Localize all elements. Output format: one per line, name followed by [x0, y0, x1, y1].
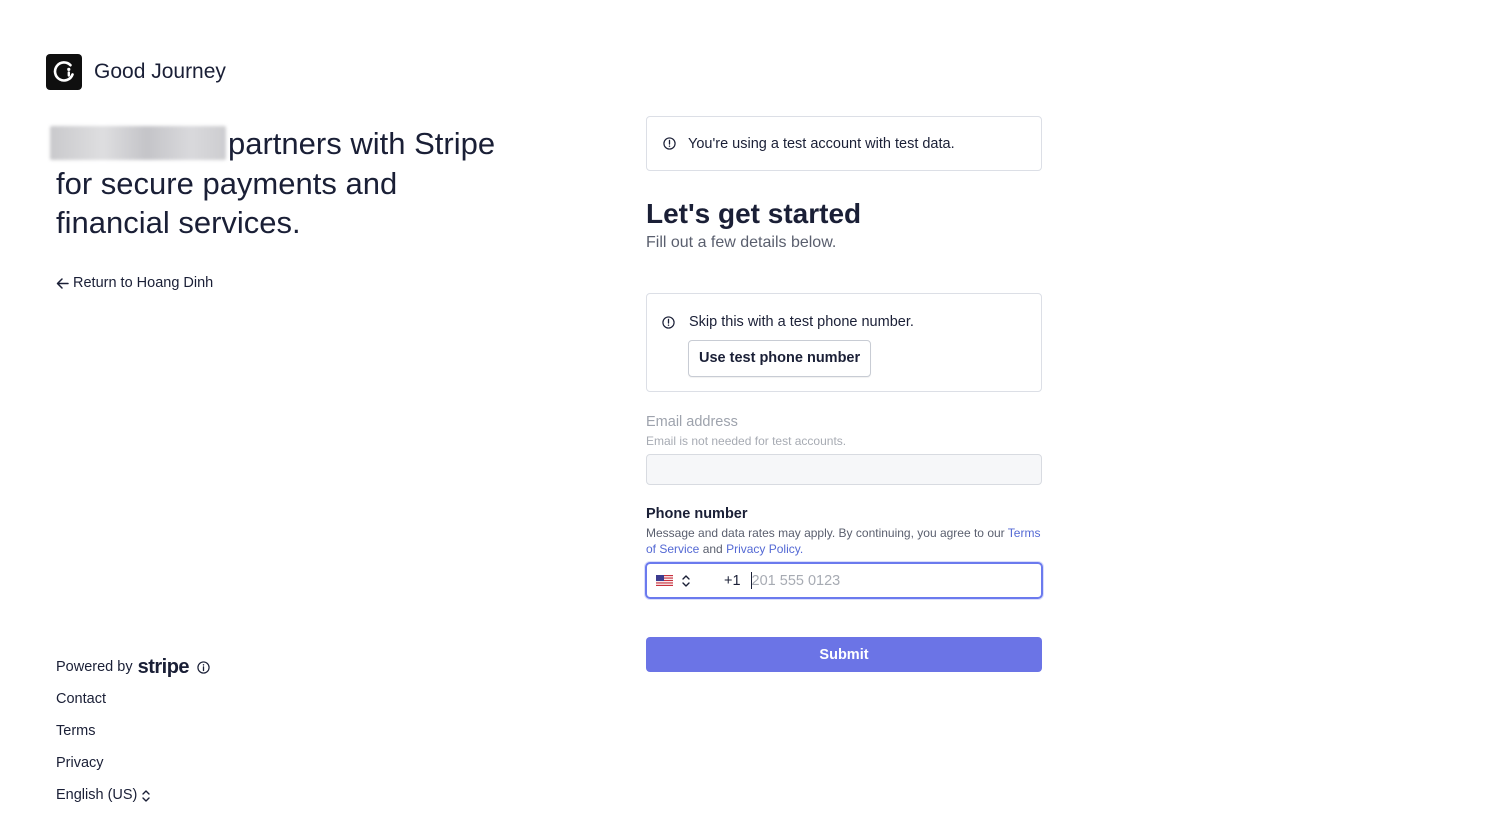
info-icon	[662, 315, 675, 329]
powered-by-label: Powered by	[56, 659, 133, 675]
email-help: Email is not needed for test accounts.	[646, 434, 847, 448]
use-test-phone-button[interactable]: Use test phone number	[688, 340, 872, 377]
footer-link-terms[interactable]: Terms	[56, 721, 210, 742]
us-flag-icon	[656, 575, 673, 586]
language-label: English (US)	[56, 787, 138, 803]
powered-by: Powered by stripe	[56, 656, 210, 678]
phone-label: Phone number	[646, 506, 748, 522]
phone-input[interactable]: +1 201 555 0123	[645, 562, 1043, 599]
footer-link-contact[interactable]: Contact	[56, 689, 210, 710]
test-account-notice-text: You're using a test account with test da…	[688, 135, 955, 152]
return-link-label: Return to Hoang Dinh	[73, 275, 214, 291]
info-icon	[663, 137, 676, 150]
language-selector[interactable]: English (US)	[56, 785, 210, 806]
headline: partners with Stripe for secure payments…	[50, 124, 530, 243]
test-phone-text: Skip this with a test phone number.	[689, 314, 914, 330]
chevron-up-down-icon	[142, 789, 151, 802]
email-field-group: Email address Email is not needed for te…	[646, 414, 1042, 485]
page-title: Let's get started	[646, 198, 862, 229]
chevron-up-down-icon	[682, 574, 690, 587]
info-icon[interactable]	[197, 660, 210, 674]
phone-help-text: Message and data rates may apply. By con…	[646, 526, 1005, 540]
submit-button[interactable]: Submit	[646, 637, 1042, 672]
phone-placeholder: 201 555 0123	[751, 572, 841, 589]
email-input	[646, 454, 1042, 485]
brand-logo-icon	[46, 54, 82, 90]
return-link[interactable]: Return to Hoang Dinh	[56, 275, 213, 291]
email-label: Email address	[646, 414, 738, 430]
phone-help-period: .	[799, 542, 804, 556]
footer-link-privacy[interactable]: Privacy	[56, 753, 210, 774]
country-code-select[interactable]	[647, 574, 691, 588]
onboarding-form: You're using a test account with test da…	[645, 116, 1043, 672]
phone-help: Message and data rates may apply. By con…	[646, 525, 1042, 557]
dial-code: +1	[724, 572, 741, 589]
test-account-notice: You're using a test account with test da…	[646, 116, 1042, 171]
headline-line-1: partners with Stripe	[228, 126, 496, 161]
test-phone-box: Skip this with a test phone number. Use …	[646, 293, 1042, 392]
brand: Good Journey	[46, 54, 226, 90]
headline-line-3: financial services.	[56, 205, 301, 240]
redacted-business-name	[50, 126, 226, 160]
arrow-left-icon	[56, 277, 69, 289]
headline-line-2: for secure payments and	[56, 165, 398, 201]
privacy-policy-link[interactable]: Privacy Policy	[726, 542, 800, 556]
page-subtitle: Fill out a few details below.	[646, 234, 837, 251]
stripe-logo: stripe	[137, 655, 190, 678]
phone-help-and: and	[702, 542, 723, 556]
brand-name: Good Journey	[94, 60, 226, 83]
phone-field-group: Phone number Message and data rates may …	[645, 506, 1043, 599]
footer: Powered by stripe Contact Terms Privacy …	[56, 656, 210, 806]
